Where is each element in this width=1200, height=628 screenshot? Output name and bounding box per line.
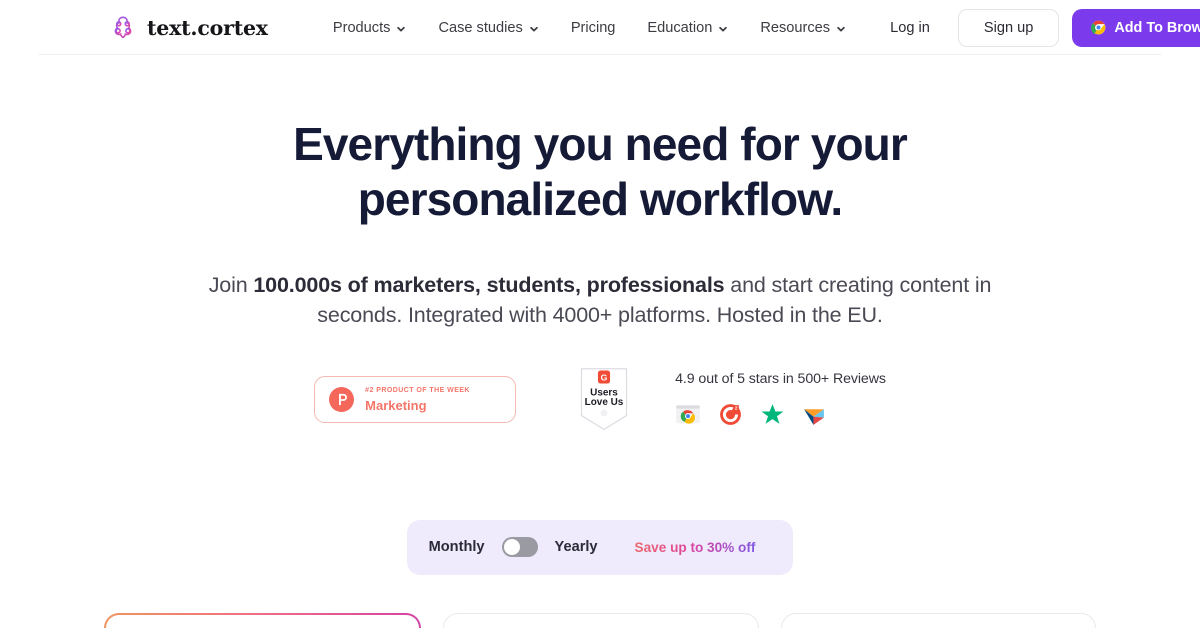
reviews-block: 4.9 out of 5 stars in 500+ Reviews 2 [675,371,886,427]
nav-item-resources[interactable]: Resources [744,20,862,36]
nav-label: Pricing [570,19,616,36]
pricing-card-lite[interactable]: LITE [443,612,759,628]
nav-item-products[interactable]: Products [317,20,423,36]
header-divider [38,54,1162,55]
site-header: text.cortex Products Case studies Pricin… [0,0,1200,55]
save-discount-badge[interactable]: Save up to 30% off [619,533,772,562]
capterra-icon[interactable] [802,402,827,427]
nav-item-case-studies[interactable]: Case studies [422,20,554,36]
brand-name: text.cortex [147,15,268,40]
billing-monthly-label[interactable]: Monthly [429,539,485,555]
producthunt-text: #2 PRODUCT OF THE WEEK Marketing [365,387,470,412]
nav-item-education[interactable]: Education [631,20,744,36]
nav-label: Education [647,19,713,36]
chrome-icon [1091,20,1106,35]
billing-toggle-pill: Monthly Yearly Save up to 30% off [406,519,794,575]
login-link[interactable]: Log in [862,20,958,36]
brand-logo-link[interactable]: text.cortex [108,13,268,43]
add-to-browser-label: Add To Browser [1114,19,1200,36]
svg-text:G: G [601,372,608,382]
producthunt-badge[interactable]: #2 PRODUCT OF THE WEEK Marketing [314,375,517,423]
chevron-down-icon [837,26,845,32]
billing-yearly-label[interactable]: Yearly [555,539,598,555]
trustpilot-star-icon[interactable] [760,402,785,427]
billing-toggle-section: Monthly Yearly Save up to 30% off [0,519,1200,575]
chevron-down-icon [719,26,728,32]
pricing-card-unlimited[interactable]: UNLIMITED Most Popular [104,613,421,628]
hero-title-line2: personalized workflow. [357,173,843,226]
billing-period-toggle[interactable] [501,537,538,558]
chrome-web-store-icon[interactable] [675,401,701,427]
chevron-down-icon [397,26,406,32]
review-platform-icons: 2 [675,401,886,427]
producthunt-icon [329,386,355,412]
social-proof-row: #2 PRODUCT OF THE WEEK Marketing G Users… [0,367,1200,432]
reviews-rating-text: 4.9 out of 5 stars in 500+ Reviews [675,371,886,388]
main-nav: Products Case studies Pricing Education … [317,20,862,36]
pricing-cards: UNLIMITED Most Popular LITE FREE [0,612,1200,628]
svg-text:2: 2 [735,405,738,410]
g2-icon[interactable]: 2 [718,402,743,427]
hero-sub-part1: Join [208,273,254,298]
page-title: Everything you need for your personalize… [280,117,920,227]
nav-label: Case studies [438,19,523,36]
producthunt-category: Marketing [365,397,427,413]
hero-sub-bold: 100.000s of marketers, students, profess… [253,273,725,298]
g2-badge-line2: Love Us [585,397,624,408]
header-actions: Log in Sign up Add To Browser [862,8,1200,47]
nav-item-pricing[interactable]: Pricing [555,20,632,36]
add-to-browser-button[interactable]: Add To Browser [1072,8,1200,47]
signup-button[interactable]: Sign up [957,8,1060,47]
chevron-down-icon [530,26,538,32]
hero-section: Everything you need for your personalize… [0,55,1200,628]
g2-users-love-us-badge[interactable]: G Users Love Us [578,367,630,432]
hero-subtitle: Join 100.000s of marketers, students, pr… [205,271,995,330]
producthunt-kicker: #2 PRODUCT OF THE WEEK [365,386,470,394]
nav-label: Products [332,19,391,36]
textcortex-brain-logo-icon [114,16,132,38]
pricing-card-free[interactable]: FREE [780,612,1096,628]
nav-label: Resources [760,19,831,36]
hero-title-line1: Everything you need for your [293,118,908,170]
toggle-knob [503,539,520,556]
